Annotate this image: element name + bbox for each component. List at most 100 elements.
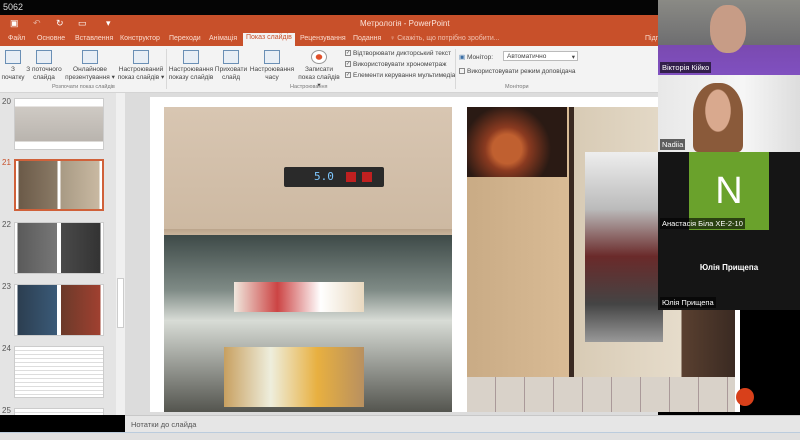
slide-thumbnail[interactable] (14, 284, 104, 336)
divider (166, 49, 167, 89)
redo-icon[interactable]: ↻ (56, 18, 64, 29)
label: Настроювання показу слайдів (168, 66, 214, 81)
label: Використовувати режим доповідача (467, 68, 576, 75)
label: Відтворювати дикторський текст (353, 50, 451, 57)
slide-number: 21 (2, 158, 11, 167)
window-id: 5062 (3, 2, 24, 12)
present-online-button[interactable]: Онлайнове презентування ▾ (64, 50, 116, 82)
tab-animations[interactable]: Анімація (206, 34, 240, 43)
participant-tile[interactable]: Юлія Прищепа Юлія Прищепа (658, 230, 800, 310)
timer-icon (264, 50, 280, 64)
slide-number: 23 (2, 282, 11, 291)
participant-name: Вікторія Кійко (660, 62, 712, 73)
tab-transitions[interactable]: Переходи (166, 34, 204, 43)
save-icon[interactable]: ▣ (10, 18, 19, 29)
customize-qat-icon[interactable]: ▾ (106, 18, 111, 29)
group-monitors: Монітори (505, 84, 529, 90)
label: Елементи керування мультимедіа (353, 72, 456, 79)
rehearse-timings-button[interactable]: Настроювання часу (249, 50, 295, 82)
tell-me-label: Скажіть, що потрібно зробити... (397, 35, 500, 42)
setup-icon (183, 50, 199, 64)
participant-face (693, 83, 743, 152)
checkbox-icon: ✓ (345, 50, 351, 57)
participant-video[interactable]: Nadiia (658, 75, 800, 152)
slide-number: 24 (2, 344, 11, 353)
participant-tile[interactable]: N Анастасія Біла ХЕ-2-10 (658, 152, 800, 230)
scrollbar-thumb[interactable] (117, 278, 124, 328)
globe-screen-icon (82, 50, 98, 64)
desserts-shelf (234, 282, 364, 312)
tab-design[interactable]: Конструктор (117, 34, 163, 43)
salads-shelf (224, 347, 364, 407)
temperature-display: 5.0 (284, 167, 384, 187)
slide-thumbnail[interactable] (14, 408, 104, 415)
slide-canvas[interactable]: 5.0 (150, 97, 754, 412)
participant-center-name: Юлія Прищепа (699, 263, 759, 272)
tab-insert[interactable]: Вставлення (72, 34, 116, 43)
video-panel: Вікторія Кійко Nadiia N Анастасія Біла Х… (658, 0, 800, 310)
pizza-poster (467, 107, 567, 177)
tab-review[interactable]: Рецензування (297, 34, 349, 43)
red-button-icon (362, 172, 372, 182)
monitor-select[interactable]: Автоматично ▾ (503, 51, 578, 61)
setup-slideshow-button[interactable]: Настроювання показу слайдів (168, 50, 214, 82)
label: З початку (1, 66, 25, 81)
slide-thumbnail-selected[interactable] (14, 159, 104, 211)
checkbox-icon (459, 68, 465, 75)
photo-display-fridge: 5.0 (164, 107, 452, 412)
red-button-icon (346, 172, 356, 182)
label: З поточного слайда (26, 66, 62, 81)
play-narrations-checkbox[interactable]: ✓ Відтворювати дикторський текст (345, 50, 451, 57)
monitor-label: ▣ Монітор: (459, 53, 493, 61)
label: Настроюваний показ слайдів ▾ (117, 66, 165, 81)
label: Монітор: (466, 54, 494, 61)
notes-placeholder: Нотатки до слайда (131, 420, 197, 429)
from-beginning-button[interactable]: З початку (0, 50, 26, 82)
tab-home[interactable]: Основне (34, 34, 68, 43)
checkbox-icon: ✓ (345, 72, 351, 79)
nav-arrow-icon[interactable] (736, 388, 754, 406)
slide-thumbnail[interactable] (14, 98, 104, 150)
divider (455, 49, 456, 89)
thumbnails-scrollbar[interactable] (116, 93, 125, 415)
label: Приховати слайд (214, 66, 248, 81)
chevron-down-icon: ▾ (571, 54, 575, 61)
checkbox-icon: ✓ (345, 61, 351, 68)
presenter-view-checkbox[interactable]: Використовувати режим доповідача (459, 68, 575, 75)
tab-file[interactable]: Файл (5, 34, 28, 43)
participant-video[interactable]: Вікторія Кійко (658, 0, 800, 75)
play-current-icon (36, 50, 52, 64)
value: Автоматично (507, 53, 547, 60)
custom-show-button[interactable]: Настроюваний показ слайдів ▾ (116, 50, 166, 82)
temperature-reading: 5.0 (314, 170, 334, 183)
custom-show-icon (133, 50, 149, 64)
slide-thumbnails-pane: 20 21 22 23 24 25 (0, 93, 125, 415)
label: Використовувати хронометраж (353, 61, 447, 68)
notes-pane[interactable]: Нотатки до слайда (125, 415, 800, 432)
floor-tiles (467, 377, 735, 412)
media-controls-checkbox[interactable]: ✓ Елементи керування мультимедіа (345, 72, 455, 79)
use-timings-checkbox[interactable]: ✓ Використовувати хронометраж (345, 61, 446, 68)
window-title: Метрологія - PowerPoint (360, 19, 450, 28)
from-current-button[interactable]: З поточного слайда (25, 50, 63, 82)
participant-face (710, 5, 746, 53)
tab-view[interactable]: Подання (350, 34, 384, 43)
status-bar (0, 432, 800, 440)
monitor-icon: ▣ (459, 54, 467, 61)
play-icon (5, 50, 21, 64)
tell-me-search[interactable]: ♀ Скажіть, що потрібно зробити... (387, 34, 503, 43)
cabinet-glass (585, 152, 663, 342)
undo-icon[interactable]: ↶ (33, 18, 41, 29)
group-setup: Настроювання (290, 84, 328, 90)
label: Онлайнове презентування ▾ (65, 66, 115, 81)
participant-name: Анастасія Біла ХЕ-2-10 (660, 218, 745, 229)
hide-slide-button[interactable]: Приховати слайд (214, 50, 248, 82)
hide-slide-icon (223, 50, 239, 64)
slide-thumbnail[interactable] (14, 346, 104, 398)
slide-number: 20 (2, 97, 11, 106)
slideshow-icon[interactable]: ▭ (78, 18, 87, 29)
tab-slideshow[interactable]: Показ слайдів (243, 33, 295, 46)
participant-name: Nadiia (660, 139, 686, 150)
participant-name: Юлія Прищепа (660, 297, 716, 308)
slide-thumbnail[interactable] (14, 222, 104, 274)
